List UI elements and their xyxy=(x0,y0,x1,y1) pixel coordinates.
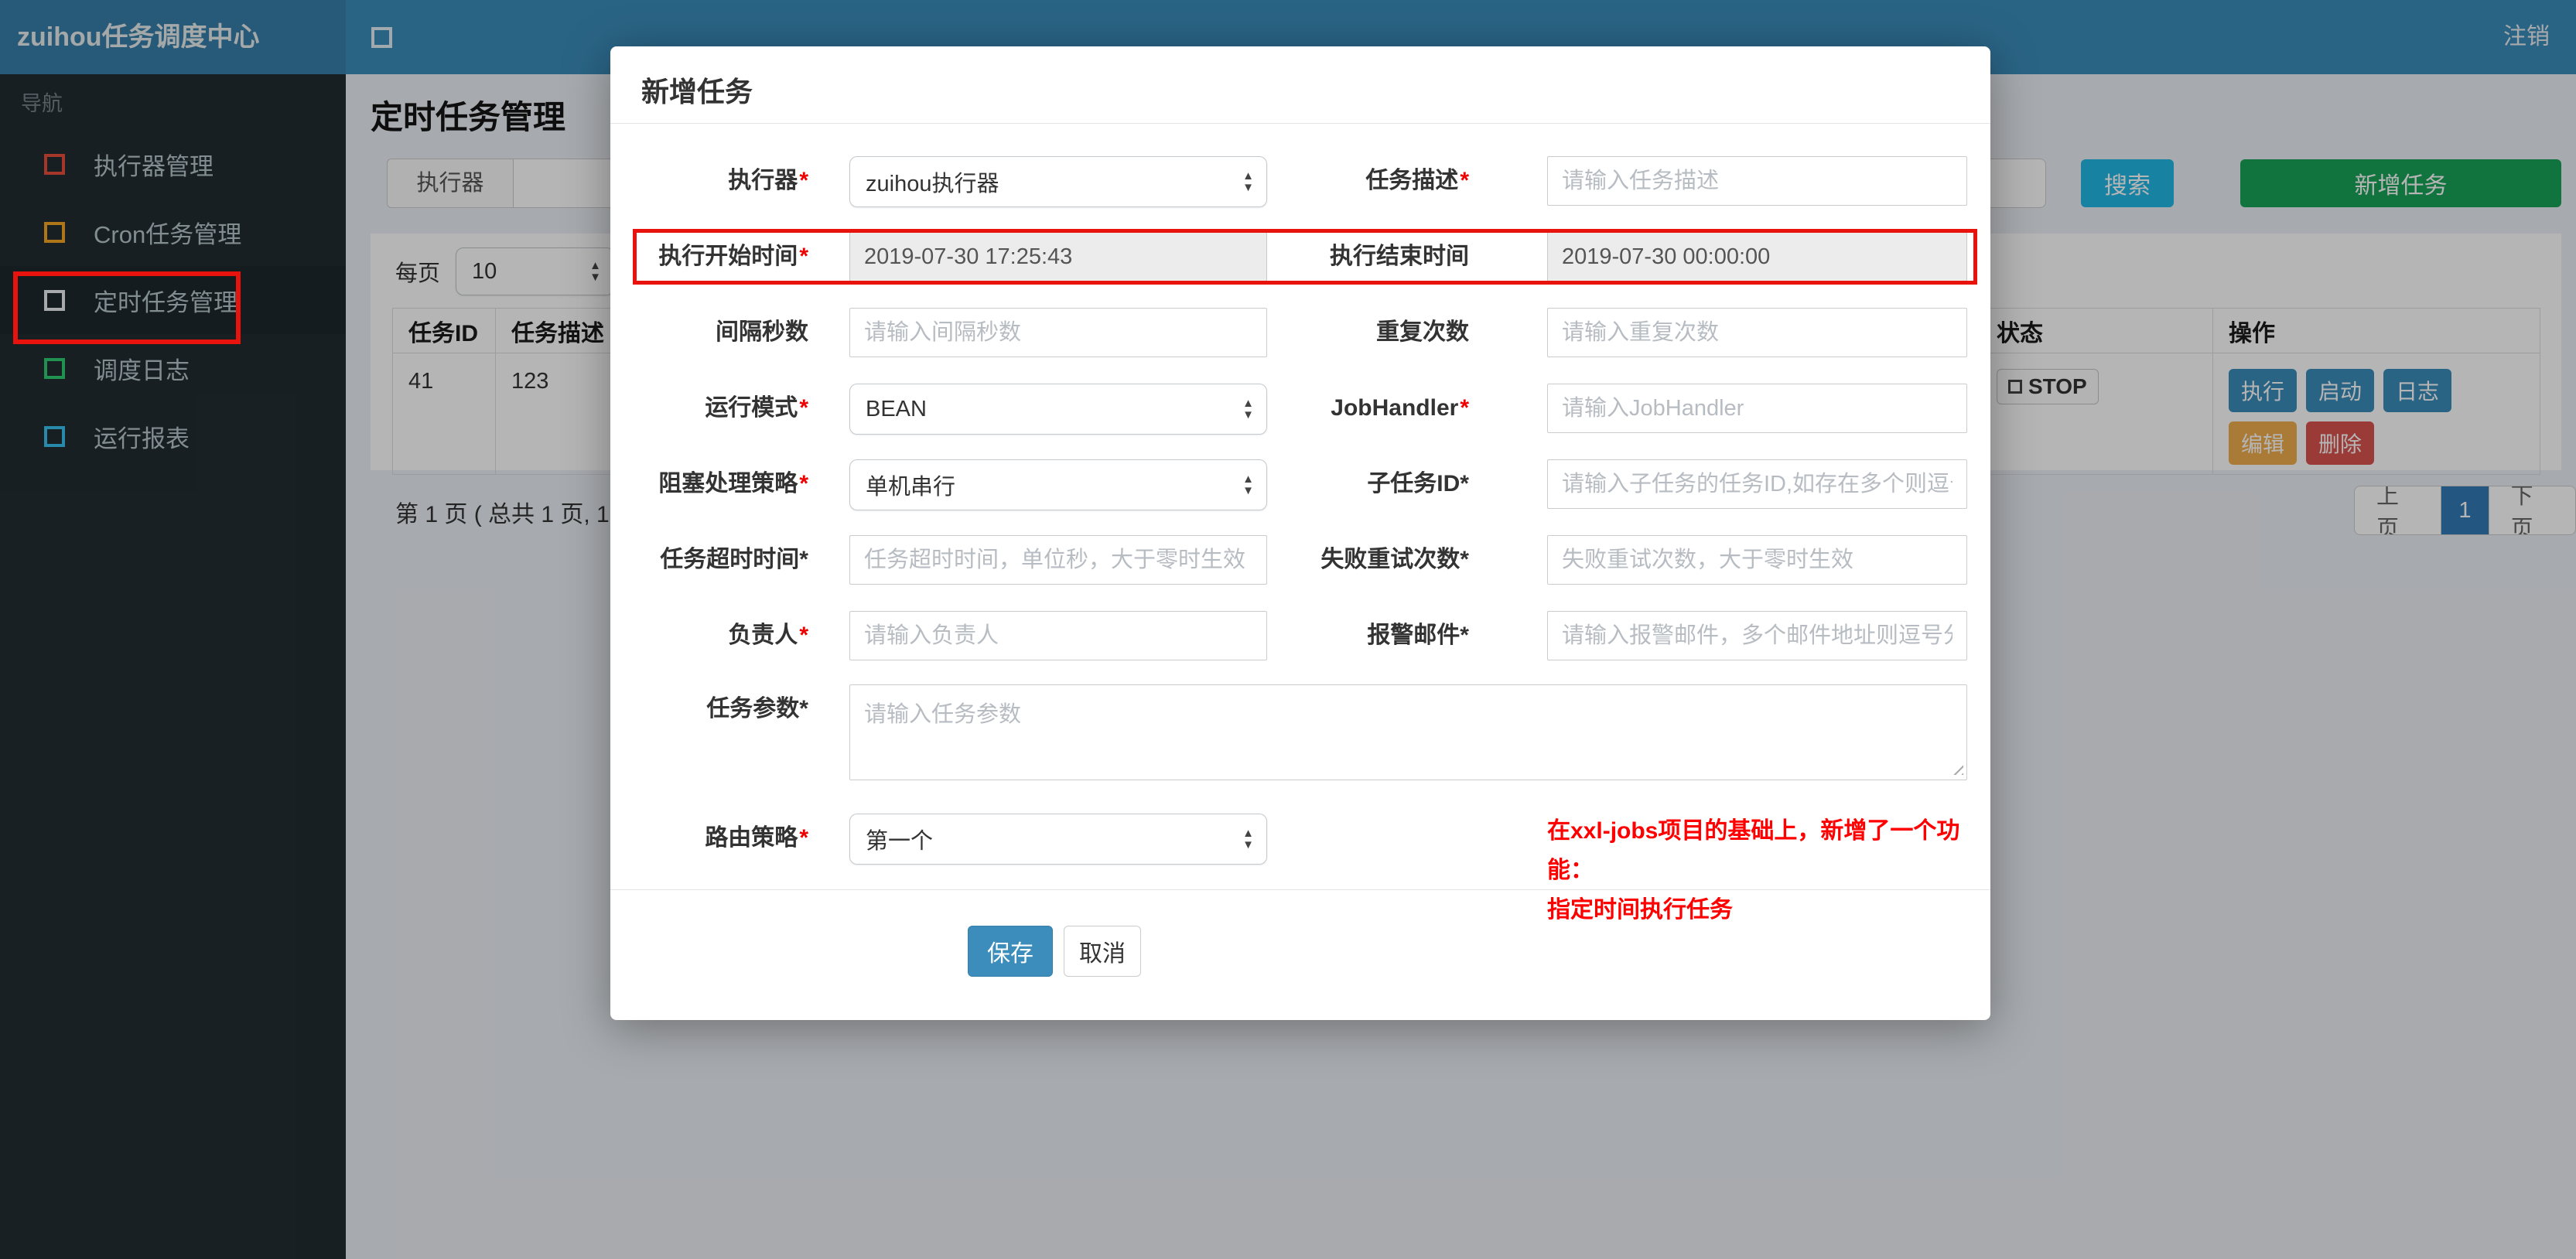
child-job-id-input[interactable] xyxy=(1547,459,1967,509)
modal-title: 新增任务 xyxy=(641,76,753,107)
job-handler-input[interactable] xyxy=(1547,384,1967,433)
executor-label: 执行器* xyxy=(728,168,808,193)
form-row-param: 任务参数* xyxy=(610,674,1990,797)
executor-select[interactable]: zuihou执行器 ▲ ▼ xyxy=(849,156,1267,207)
fail-retry-label: 失败重试次数* xyxy=(1320,547,1469,572)
form-row: 执行开始时间* 执行结束时间 xyxy=(610,219,1990,295)
job-param-label: 任务参数* xyxy=(706,696,808,722)
modal-footer: 保存 取消 xyxy=(610,889,1990,990)
route-strategy-select[interactable]: 第一个 ▲ ▼ xyxy=(849,814,1267,865)
run-mode-select[interactable]: BEAN ▲ ▼ xyxy=(849,384,1267,435)
form-row: 任务超时时间* 失败重试次数* xyxy=(610,522,1990,598)
form-row: 间隔秒数 重复次数 xyxy=(610,295,1990,370)
select-arrows-icon: ▲ ▼ xyxy=(1242,169,1254,194)
interval-seconds-label: 间隔秒数 xyxy=(716,319,808,345)
run-mode-label: 运行模式* xyxy=(705,395,808,421)
job-handler-label: JobHandler* xyxy=(1331,395,1469,421)
modal-body: 执行器* zuihou执行器▲▼ 任务描述* 执行开始时间* 执行结束时间间隔秒数 重复次… xyxy=(610,124,1990,923)
form-row-route: 路由策略* 第一个 ▲ ▼ 在xxl-jobs项目的基础上，新增了一个功能： 指定时间执行… xyxy=(610,800,1990,923)
block-strategy-label: 阻塞处理策略* xyxy=(658,471,808,496)
modal-header: 新增任务 xyxy=(610,46,1990,124)
timeout-label: 任务超时时间* xyxy=(660,547,808,572)
child-job-id-label: 子任务ID* xyxy=(1367,471,1469,496)
start-time-input[interactable] xyxy=(849,232,1267,281)
fail-retry-input[interactable] xyxy=(1547,535,1967,585)
interval-seconds-input[interactable] xyxy=(849,308,1267,357)
end-time-input[interactable] xyxy=(1547,232,1967,281)
form-row: 负责人* 报警邮件* xyxy=(610,598,1990,674)
job-desc-label: 任务描述* xyxy=(1365,168,1469,193)
end-time-label: 执行结束时间 xyxy=(1330,244,1469,269)
form-row: 执行器* zuihou执行器 ▲ ▼ 任务描述* xyxy=(610,143,1990,219)
select-arrows-icon: ▲ ▼ xyxy=(1242,397,1254,421)
route-strategy-label: 路由策略* xyxy=(705,825,808,851)
save-button[interactable]: 保存 xyxy=(968,926,1053,977)
select-arrows-icon: ▲ ▼ xyxy=(1242,473,1254,497)
cancel-button[interactable]: 取消 xyxy=(1064,926,1141,977)
repeat-count-label: 重复次数 xyxy=(1376,319,1469,345)
add-job-modal: 新增任务 执行器* zuihou执行器▲▼ 任务描述* 执行开始时间* 执行结束时间间隔… xyxy=(610,46,1990,1020)
start-time-label: 执行开始时间* xyxy=(658,244,808,269)
alarm-email-label: 报警邮件* xyxy=(1367,623,1469,648)
job-param-textarea[interactable] xyxy=(849,684,1967,780)
form-row: 阻塞处理策略* 单机串行 ▲ ▼ 子任务ID* xyxy=(610,446,1990,522)
owner-input[interactable] xyxy=(849,611,1267,660)
repeat-count-input[interactable] xyxy=(1547,308,1967,357)
form-row: 运行模式* BEAN ▲ ▼ JobHandler* xyxy=(610,370,1990,446)
owner-label: 负责人* xyxy=(728,623,808,648)
block-strategy-select[interactable]: 单机串行 ▲ ▼ xyxy=(849,459,1267,510)
timeout-input[interactable] xyxy=(849,535,1267,585)
app-screen: zuihou任务调度中心 注销 导航 执行器管理 Cron任务管理 定时任务管理… xyxy=(0,0,2576,1259)
select-arrows-icon: ▲ ▼ xyxy=(1242,827,1254,851)
alarm-email-input[interactable] xyxy=(1547,611,1967,660)
job-desc-input[interactable] xyxy=(1547,156,1967,206)
